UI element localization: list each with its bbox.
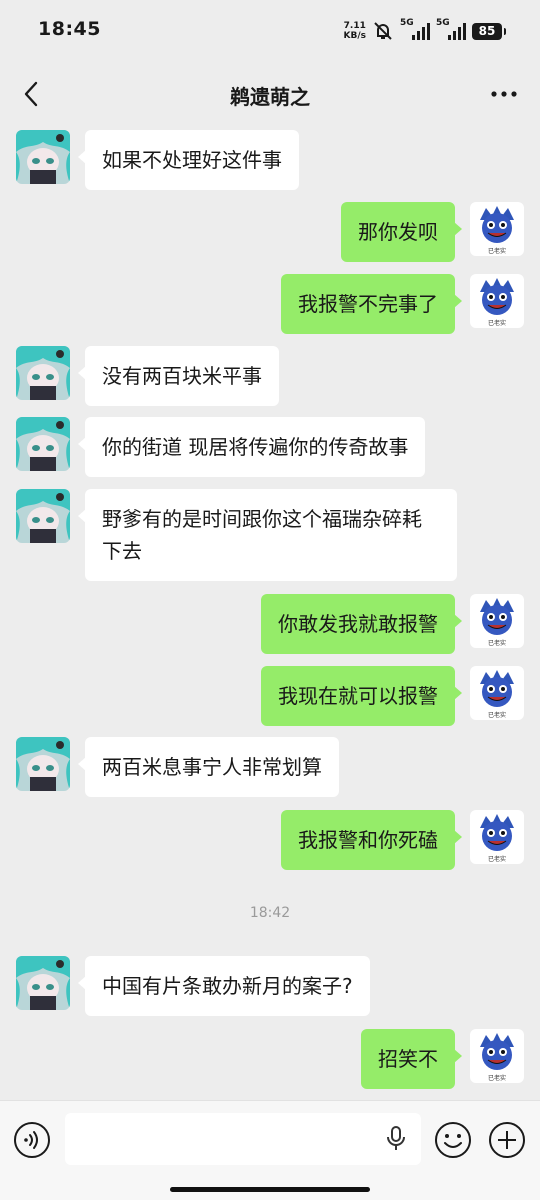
my-avatar-image: 已老实: [470, 1029, 524, 1083]
contact-avatar-image: [16, 130, 70, 184]
avatar-caption: 已老实: [488, 319, 506, 327]
plus-icon: [489, 1122, 525, 1158]
contact-avatar[interactable]: [16, 737, 70, 791]
my-avatar[interactable]: 已老实: [470, 274, 524, 328]
contact-avatar[interactable]: [16, 346, 70, 400]
signal-bars-icon: [448, 23, 466, 40]
message-bubble-incoming[interactable]: 中国有片条敢办新月的案子?: [78, 956, 370, 1016]
message-input[interactable]: [65, 1113, 421, 1165]
avatar-caption: 已老实: [488, 639, 506, 647]
my-avatar[interactable]: 已老实: [470, 594, 524, 648]
message-bubble-incoming[interactable]: 如果不处理好这件事: [78, 130, 299, 190]
signal-bars-icon: [412, 23, 430, 40]
my-avatar[interactable]: 已老实: [470, 810, 524, 864]
battery-level: 85: [478, 24, 496, 38]
message-bubble-outgoing[interactable]: 我现在就可以报警: [261, 666, 462, 726]
my-avatar-image: 已老实: [470, 202, 524, 256]
more-functions-button[interactable]: [488, 1121, 526, 1159]
my-avatar-image: 已老实: [470, 810, 524, 864]
my-avatar-image: 已老实: [470, 666, 524, 720]
avatar-caption: 已老实: [488, 711, 506, 719]
chat-header: 鹈遗萌之: [0, 62, 540, 126]
network-speed-value: 7.11: [343, 21, 366, 31]
battery-icon: 85: [472, 22, 506, 40]
contact-avatar[interactable]: [16, 956, 70, 1010]
mic-button[interactable]: [385, 1125, 411, 1155]
contact-avatar[interactable]: [16, 489, 70, 543]
home-indicator[interactable]: [170, 1187, 370, 1192]
my-avatar-image: 已老实: [470, 274, 524, 328]
microphone-icon: [387, 1126, 405, 1150]
message-bubble-outgoing[interactable]: 你敢发我就敢报警: [261, 594, 462, 654]
message-bubble-incoming[interactable]: 没有两百块米平事: [78, 346, 279, 406]
voice-button[interactable]: [13, 1121, 51, 1159]
emoji-icon: [435, 1122, 471, 1158]
message-bubble-outgoing[interactable]: 那你发呗: [341, 202, 462, 262]
signal-2: 5G: [436, 18, 466, 42]
signal-1: 5G: [400, 18, 430, 42]
message-bubble-incoming[interactable]: 两百米息事宁人非常划算: [78, 737, 339, 797]
voice-icon: [14, 1122, 50, 1158]
status-bar: 18:45 7.11 KB/s 5G 5G 85: [0, 0, 540, 62]
status-time: 18:45: [38, 18, 101, 40]
my-avatar[interactable]: 已老实: [470, 202, 524, 256]
message-bubble-outgoing[interactable]: 我报警和你死磕: [281, 810, 462, 870]
chat-title: 鹈遗萌之: [230, 85, 310, 109]
contact-avatar-image: [16, 346, 70, 400]
contact-avatar[interactable]: [16, 130, 70, 184]
input-bar: [0, 1100, 540, 1200]
avatar-caption: 已老实: [488, 1074, 506, 1082]
contact-avatar-image: [16, 417, 70, 471]
network-speed: 7.11 KB/s: [344, 21, 366, 41]
chat-message-list[interactable]: 如果不处理好这件事 那你发呗 已老实 我报警不完事了 已老实 没有两百块米平事 …: [0, 126, 540, 1100]
my-avatar[interactable]: 已老实: [470, 1029, 524, 1083]
more-options-button[interactable]: [486, 76, 522, 112]
time-separator: 18:42: [249, 905, 291, 921]
contact-avatar-image: [16, 489, 70, 543]
contact-avatar-image: [16, 956, 70, 1010]
message-bubble-outgoing[interactable]: 我报警不完事了: [281, 274, 462, 334]
more-dots-icon: [491, 91, 517, 97]
contact-avatar[interactable]: [16, 417, 70, 471]
message-bubble-incoming[interactable]: 野爹有的是时间跟你这个福瑞杂碎耗下去: [78, 489, 457, 581]
mute-bell-icon: [374, 22, 392, 40]
contact-avatar-image: [16, 737, 70, 791]
message-bubble-incoming[interactable]: 你的街道 现居将传遍你的传奇故事: [77, 417, 426, 477]
network-speed-unit: KB/s: [343, 31, 366, 41]
avatar-caption: 已老实: [488, 247, 506, 255]
avatar-caption: 已老实: [488, 855, 506, 863]
message-bubble-outgoing[interactable]: 招笑不: [361, 1029, 462, 1089]
status-indicators: 7.11 KB/s 5G 5G 85: [344, 18, 506, 44]
my-avatar-image: 已老实: [470, 594, 524, 648]
emoji-button[interactable]: [434, 1121, 472, 1159]
my-avatar[interactable]: 已老实: [470, 666, 524, 720]
